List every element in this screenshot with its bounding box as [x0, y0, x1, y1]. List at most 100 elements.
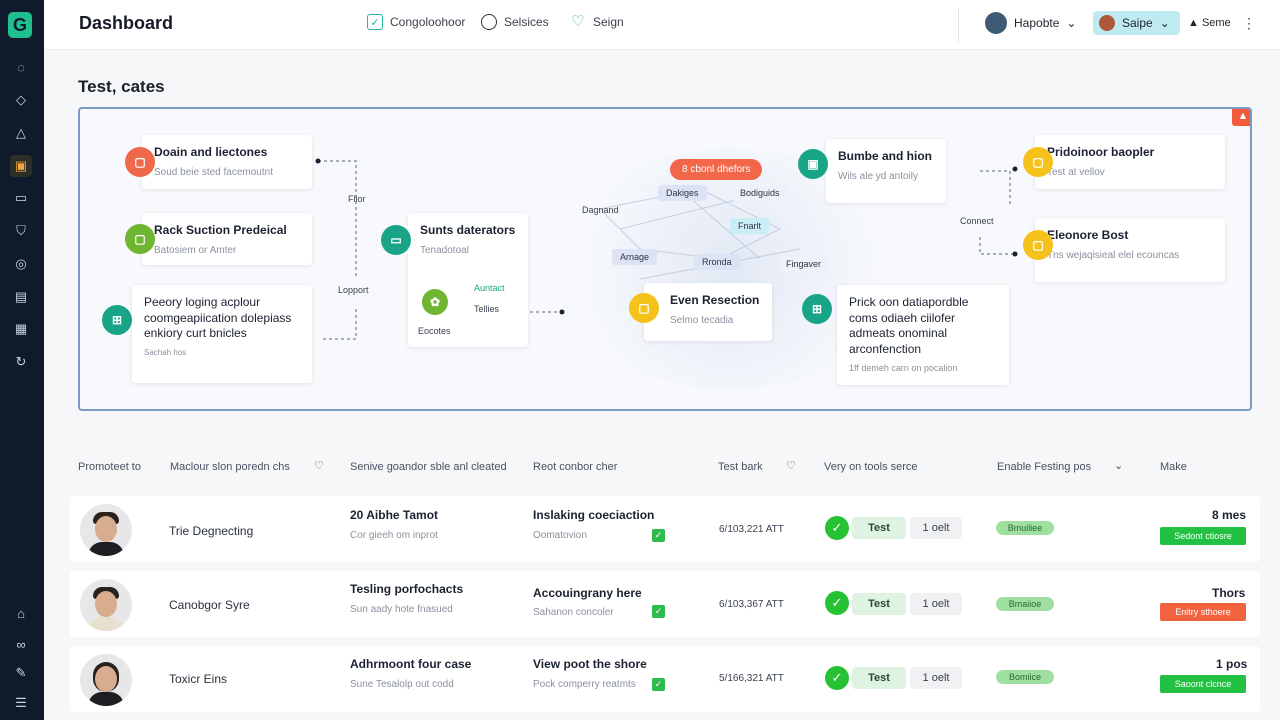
- tag-pill[interactable]: Dakiges: [658, 185, 707, 201]
- avatar: [985, 12, 1007, 34]
- workflow-card[interactable]: Even Resection Selmo tecadia: [644, 283, 772, 341]
- node-icon: ▢: [125, 224, 155, 254]
- nav-congoloohoor[interactable]: ✓ Congoloohoor: [367, 14, 465, 30]
- file-icon[interactable]: ▤: [10, 286, 32, 308]
- workflow-card[interactable]: Peeory loging acplour coomgeapiication d…: [132, 285, 312, 383]
- app-logo[interactable]: G: [8, 12, 32, 38]
- node-icon: ▢: [125, 147, 155, 177]
- avatar: [80, 504, 132, 556]
- user-menu[interactable]: Hapobte ⌄: [985, 12, 1076, 34]
- extra-menu[interactable]: ▲ Seme: [1188, 17, 1231, 29]
- tag-pill[interactable]: Fingaver: [778, 256, 830, 272]
- test-button[interactable]: Test: [852, 517, 906, 539]
- table-row[interactable]: Trie Degnecting 20 Aibhe Tamot Cor gieeh…: [70, 496, 1260, 562]
- avatar: [1099, 15, 1115, 31]
- tag-label: Connect: [960, 216, 994, 226]
- status-badge: Bmaiioe: [996, 597, 1054, 611]
- chevron-down-icon: ⌄: [1066, 16, 1077, 30]
- column-header[interactable]: Very on tools serce: [824, 461, 918, 473]
- header-divider: [958, 8, 959, 42]
- chevron-down-icon: ⌄: [1159, 16, 1170, 30]
- chat-icon[interactable]: ◌: [10, 57, 32, 79]
- column-header[interactable]: Enable Festing pos: [997, 461, 1091, 473]
- more-icon[interactable]: ⋮: [1242, 15, 1256, 32]
- check-circle-icon: ✓: [825, 591, 849, 615]
- alert-icon[interactable]: △: [10, 122, 32, 144]
- check-circle-icon: ✓: [825, 516, 849, 540]
- node-icon: ✿: [422, 289, 448, 315]
- home-icon[interactable]: ⌂: [10, 603, 32, 625]
- grid-icon[interactable]: ▦: [10, 318, 32, 340]
- tag-pill[interactable]: Arnage: [612, 249, 658, 265]
- filter-icon[interactable]: ♡: [786, 459, 796, 472]
- card-icon[interactable]: ▭: [10, 187, 32, 209]
- workflow-card[interactable]: Rack Suction Predeical Batosiem or Amter: [142, 213, 312, 265]
- workflow-canvas[interactable]: ▲ 8 cbonl dhefors Doain and liectones So…: [78, 107, 1252, 411]
- tag-label: Lopport: [338, 285, 369, 295]
- status-pill[interactable]: 8 cbonl dhefors: [670, 159, 763, 180]
- count-button[interactable]: 1 oelt: [910, 517, 962, 539]
- avatar: [80, 579, 132, 631]
- tag-pill[interactable]: Fnarlt: [730, 218, 770, 234]
- column-header[interactable]: Promoteet to: [78, 461, 141, 473]
- refresh-icon[interactable]: ↻: [10, 351, 32, 373]
- action-button[interactable]: Saoont clcnce: [1160, 675, 1246, 693]
- alert-icon[interactable]: ▲: [1232, 109, 1250, 126]
- tag-label: Flior: [348, 194, 366, 204]
- section-title: Test, cates: [78, 77, 165, 96]
- test-button[interactable]: Test: [852, 667, 906, 689]
- node-icon: ▣: [798, 149, 828, 179]
- globe-icon: [481, 14, 497, 30]
- tag-pill[interactable]: Bodiguids: [732, 185, 788, 201]
- avatar: [80, 654, 132, 706]
- heart-icon: ♡: [571, 13, 585, 30]
- workflow-card[interactable]: Sunts daterators Tenadotoal Auntact Tell…: [408, 213, 528, 347]
- shield-icon[interactable]: ⛉: [10, 220, 32, 242]
- node-icon: ▢: [1023, 230, 1053, 260]
- check-circle-icon: ✓: [825, 666, 849, 690]
- test-button[interactable]: Test: [852, 593, 906, 615]
- column-header[interactable]: Test bark: [718, 461, 763, 473]
- nav-selsices[interactable]: Selsices: [481, 14, 549, 30]
- action-button[interactable]: Enitry sthoere: [1160, 603, 1246, 621]
- status-badge: Bmuiliee: [996, 521, 1054, 535]
- node-icon: ▢: [1023, 147, 1053, 177]
- target-icon[interactable]: ◎: [10, 253, 32, 275]
- checkbox[interactable]: ✓: [652, 605, 665, 618]
- checkbox[interactable]: ✓: [652, 529, 665, 542]
- workflow-card[interactable]: Eleonore Bost Tns wejaqisieal elel ecoun…: [1035, 218, 1225, 282]
- table-row[interactable]: Toxicr Eins Adhrmoont four case Sune Tes…: [70, 646, 1260, 712]
- node-icon: ▭: [381, 225, 411, 255]
- chevron-down-icon[interactable]: ⌄: [1114, 459, 1123, 472]
- workflow-card[interactable]: Pridoinoor baopler Test at vellov: [1035, 135, 1225, 189]
- table-row[interactable]: Canobgor Syre Tesling porfochacts Sun aa…: [70, 571, 1260, 637]
- profile-chip[interactable]: Saipe ⌄: [1093, 11, 1180, 35]
- column-header[interactable]: Reot conbor cher: [533, 461, 617, 473]
- node-icon: ⊞: [802, 294, 832, 324]
- tag-icon[interactable]: ◇: [10, 89, 32, 111]
- check-square-icon: ✓: [367, 14, 383, 30]
- page-title: Dashboard: [79, 13, 174, 33]
- link-icon[interactable]: ∞: [10, 634, 32, 656]
- sidebar: G ◌ ◇ △ ▣ ▭ ⛉ ◎ ▤ ▦ ↻ ⌂ ∞ ✎ ☰: [0, 0, 44, 720]
- top-bar: Dashboard ✓ Congoloohoor Selsices ♡ Seig…: [44, 0, 1280, 50]
- column-header[interactable]: Senive goandor sble anl cleated: [350, 461, 507, 473]
- menu-icon[interactable]: ☰: [10, 692, 32, 714]
- filter-icon[interactable]: ♡: [314, 459, 324, 472]
- count-button[interactable]: 1 oelt: [910, 593, 962, 615]
- workflow-card[interactable]: Bumbe and hion Wils ale yd antoily: [826, 139, 946, 203]
- column-header[interactable]: Make: [1160, 461, 1187, 473]
- node-icon: ▢: [629, 293, 659, 323]
- column-header[interactable]: Maclour slon poredn chs: [170, 461, 290, 473]
- checkbox[interactable]: ✓: [652, 678, 665, 691]
- node-icon: ⊞: [102, 305, 132, 335]
- brush-icon[interactable]: ✎: [10, 662, 32, 684]
- tag-label: Dagnand: [582, 205, 619, 215]
- count-button[interactable]: 1 oelt: [910, 667, 962, 689]
- briefcase-icon[interactable]: ▣: [10, 155, 32, 177]
- tag-pill[interactable]: Rronda: [694, 254, 740, 270]
- workflow-card[interactable]: Prick oon datiapordble coms odiaeh ciilo…: [837, 285, 1009, 385]
- workflow-card[interactable]: Doain and liectones Soud beie sted facem…: [142, 135, 312, 189]
- action-button[interactable]: Sedont ctiosre: [1160, 527, 1246, 545]
- nav-seign[interactable]: ♡ Seign: [570, 13, 623, 30]
